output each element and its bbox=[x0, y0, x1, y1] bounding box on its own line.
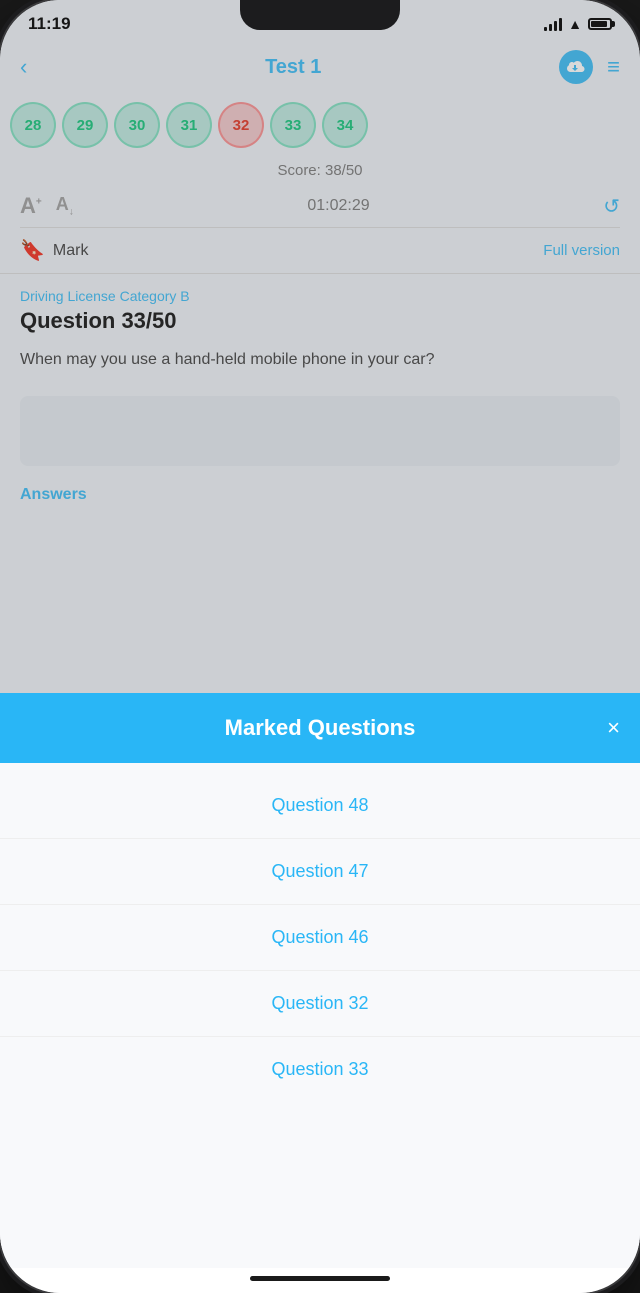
modal-overlay: Marked Questions × Question 48 Question … bbox=[0, 0, 640, 1293]
modal-header: Marked Questions × bbox=[0, 693, 640, 763]
modal-title: Marked Questions bbox=[225, 715, 416, 741]
phone-frame: 11:19 ▲ ‹ Test 1 bbox=[0, 0, 640, 1293]
marked-question-33[interactable]: Question 33 bbox=[0, 1037, 640, 1102]
home-indicator bbox=[250, 1276, 390, 1281]
modal-close-button[interactable]: × bbox=[607, 715, 620, 741]
marked-question-48[interactable]: Question 48 bbox=[0, 773, 640, 839]
marked-question-46[interactable]: Question 46 bbox=[0, 905, 640, 971]
marked-question-32[interactable]: Question 32 bbox=[0, 971, 640, 1037]
notch bbox=[240, 0, 400, 30]
marked-questions-modal: Marked Questions × Question 48 Question … bbox=[0, 693, 640, 1293]
modal-body: Question 48 Question 47 Question 46 Ques… bbox=[0, 763, 640, 1268]
screen: 11:19 ▲ ‹ Test 1 bbox=[0, 0, 640, 1293]
marked-question-47[interactable]: Question 47 bbox=[0, 839, 640, 905]
